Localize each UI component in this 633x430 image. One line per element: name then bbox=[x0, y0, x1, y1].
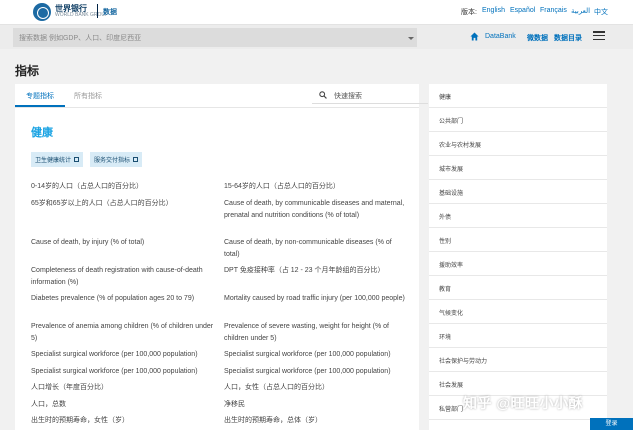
sidebar-item-label: 社会保护与劳动力 bbox=[439, 359, 488, 365]
sidebar-item-label: 私营部门 bbox=[439, 407, 464, 413]
nav-data-catalog[interactable]: 数据目录 bbox=[554, 33, 582, 43]
quick-search-placeholder: 快速搜索 bbox=[334, 93, 362, 100]
indicator-link[interactable]: 净移民 bbox=[224, 399, 408, 411]
sidebar-item-label: 城市发展 bbox=[439, 167, 464, 173]
lang-french[interactable]: Français bbox=[540, 7, 567, 14]
tab-divider bbox=[15, 107, 419, 108]
brand-subtitle: WORLD BANK GROUP bbox=[55, 12, 109, 18]
page-title: 指标 bbox=[15, 64, 40, 78]
pill-label: 服务交付指标 bbox=[94, 158, 131, 164]
sidebar-item-health[interactable]: 健康 bbox=[429, 84, 607, 108]
indicator-link[interactable]: Completeness of death registration with … bbox=[31, 265, 215, 288]
quick-search-input[interactable]: 快速搜索 bbox=[312, 87, 428, 104]
nav-microdata[interactable]: 微数据 bbox=[527, 33, 548, 43]
indicator-link[interactable]: 人口，总数 bbox=[31, 399, 215, 411]
sidebar-item-gender[interactable]: 性别 bbox=[429, 228, 607, 252]
indicator-link[interactable]: 人口增长（年度百分比） bbox=[31, 382, 215, 394]
language-label: 版本: bbox=[461, 9, 477, 16]
indicator-link[interactable]: Specialist surgical workforce (per 100,0… bbox=[31, 349, 215, 361]
sidebar-item-label: 社会发展 bbox=[439, 383, 464, 389]
sidebar-item-urban[interactable]: 城市发展 bbox=[429, 156, 607, 180]
sidebar-item-label: 教育 bbox=[439, 287, 452, 293]
sidebar-item-label: 农业与农村发展 bbox=[439, 143, 482, 149]
indicator-link[interactable]: DPT 免疫接种率（占 12 - 23 个月年龄组的百分比） bbox=[224, 265, 408, 277]
tab-topic-indicators[interactable]: 专题指标 bbox=[26, 91, 54, 101]
indicator-link[interactable]: Diabetes prevalence (% of population age… bbox=[31, 293, 215, 305]
indicator-link[interactable]: Prevalence of anemia among children (% o… bbox=[31, 321, 215, 344]
tab-all-indicators[interactable]: 所有指标 bbox=[74, 91, 102, 101]
sidebar-item-public-sector[interactable]: 公共部门 bbox=[429, 108, 607, 132]
pill-label: 卫生健康统计 bbox=[35, 158, 72, 164]
indicator-link[interactable]: Specialist surgical workforce (per 100,0… bbox=[224, 349, 408, 361]
external-link-icon bbox=[133, 157, 139, 162]
pill-health-stats[interactable]: 卫生健康统计 bbox=[31, 152, 84, 167]
sidebar-item-climate[interactable]: 气候变化 bbox=[429, 300, 607, 324]
indicator-link[interactable]: 0-14岁的人口（占总人口的百分比） bbox=[31, 181, 215, 193]
indicator-link[interactable]: Cause of death, by communicable diseases… bbox=[224, 198, 408, 221]
indicator-link[interactable]: Cause of death, by injury (% of total) bbox=[31, 237, 215, 249]
chevron-down-icon[interactable] bbox=[408, 37, 414, 40]
world-bank-logo-icon[interactable] bbox=[33, 3, 51, 21]
brand-section-data[interactable]: 数据 bbox=[103, 7, 117, 17]
lang-arabic[interactable]: العربية bbox=[571, 7, 590, 15]
indicator-link[interactable]: Mortality caused by road traffic injury … bbox=[224, 293, 408, 305]
indicator-link[interactable]: Specialist surgical workforce (per 100,0… bbox=[31, 366, 215, 378]
login-badge[interactable]: 登录 bbox=[590, 418, 633, 430]
sidebar-item-label: 公共部门 bbox=[439, 119, 464, 125]
indicator-card: 专题指标 所有指标 快速搜索 健康 卫生健康统计 服务交付指标 0-14岁的人口… bbox=[15, 84, 428, 430]
indicator-link[interactable]: Cause of death, by non-communicable dise… bbox=[224, 237, 408, 260]
lang-english[interactable]: English bbox=[482, 7, 505, 14]
sidebar-item-agriculture[interactable]: 农业与农村发展 bbox=[429, 132, 607, 156]
sidebar-item-label: 气候变化 bbox=[439, 311, 464, 317]
sidebar-item-label: 健康 bbox=[439, 95, 452, 101]
sidebar-item-education[interactable]: 教育 bbox=[429, 276, 607, 300]
top-bar: 世界银行 WORLD BANK GROUP 数据 版本: English Esp… bbox=[0, 0, 633, 24]
indicator-link[interactable]: Specialist surgical workforce (per 100,0… bbox=[224, 366, 408, 378]
indicator-link[interactable]: Prevalence of severe wasting, weight for… bbox=[224, 321, 408, 344]
search-icon bbox=[319, 91, 327, 99]
indicator-link[interactable]: 人口，女性（占总人口的百分比） bbox=[224, 382, 408, 394]
indicator-link[interactable]: 15-64岁的人口（占总人口的百分比） bbox=[224, 181, 408, 193]
nav-databank[interactable]: DataBank bbox=[485, 33, 516, 40]
external-link-icon bbox=[74, 157, 80, 162]
sidebar-item-social-protection[interactable]: 社会保护与劳动力 bbox=[429, 348, 607, 372]
sidebar-item-label: 外债 bbox=[439, 215, 452, 221]
indicator-link[interactable]: 出生时的预期寿命，女性（岁） bbox=[31, 415, 215, 427]
pill-service-delivery[interactable]: 服务交付指标 bbox=[90, 152, 143, 167]
sidebar-item-aid-effectiveness[interactable]: 援助效率 bbox=[429, 252, 607, 276]
sidebar-item-environment[interactable]: 环境 bbox=[429, 324, 607, 348]
sidebar-item-label: 环境 bbox=[439, 335, 452, 341]
sidebar-item-label: 援助效率 bbox=[439, 263, 464, 269]
brand-divider bbox=[97, 4, 98, 18]
section-title-health: 健康 bbox=[31, 127, 53, 139]
sidebar-item-infrastructure[interactable]: 基础设施 bbox=[429, 180, 607, 204]
home-icon[interactable] bbox=[470, 32, 479, 41]
hamburger-menu-icon[interactable] bbox=[593, 31, 605, 41]
lang-spanish[interactable]: Español bbox=[510, 7, 535, 14]
indicator-link[interactable]: 出生时的预期寿命，总体（岁） bbox=[224, 415, 408, 427]
lang-chinese[interactable]: 中文 bbox=[594, 7, 608, 17]
sidebar-item-label: 性别 bbox=[439, 239, 452, 245]
watermark: 知乎 @旺旺小小酥 bbox=[463, 395, 584, 411]
topic-sidebar: 健康 公共部门 农业与农村发展 城市发展 基础设施 外债 性别 援助效率 教育 … bbox=[429, 84, 607, 430]
sidebar-item-external-debt[interactable]: 外债 bbox=[429, 204, 607, 228]
sidebar-item-label: 基础设施 bbox=[439, 191, 464, 197]
search-input[interactable]: 搜索数据 例如GDP、人口、印度尼西亚 bbox=[13, 28, 417, 47]
indicator-link[interactable]: 65岁和65岁以上的人口（占总人口的百分比） bbox=[31, 198, 215, 210]
